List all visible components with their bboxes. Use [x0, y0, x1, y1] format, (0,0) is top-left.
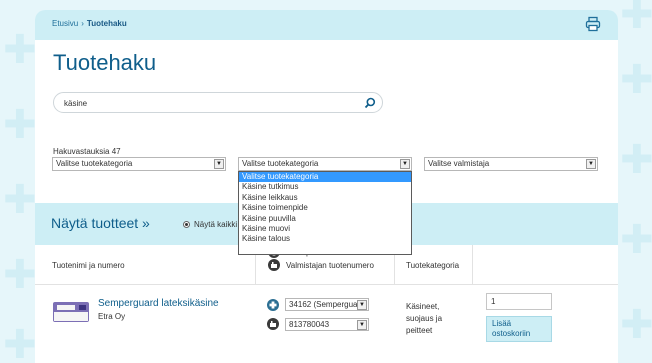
page-title: Tuotehaku — [53, 50, 157, 75]
search-input[interactable] — [64, 96, 354, 110]
category-select-2[interactable]: Valitse tuotekategoria ▼ — [238, 157, 412, 171]
maker-code-value: 813780043 — [289, 320, 330, 329]
chevron-down-icon: ▼ — [214, 159, 224, 169]
print-icon[interactable] — [585, 16, 601, 32]
manufacturer-select-value: Valitse valmistaja — [428, 159, 490, 168]
main-card: Etusivu›Tuotehaku Tuotehaku Hakuvastauks… — [35, 10, 618, 363]
show-all-label: Näytä kaikki — [194, 220, 238, 229]
factory-icon — [267, 318, 279, 330]
maker-code-header: Valmistajan tuotenumero — [268, 259, 374, 271]
dropdown-option[interactable]: Käsine puuvilla — [239, 214, 411, 224]
column-category: Tuotekategoria — [406, 261, 460, 270]
results-count: Hakuvastauksia 47 — [53, 147, 121, 156]
chevron-down-icon: ▼ — [400, 159, 410, 169]
category-dropdown-list: Valitse tuotekategoria Käsine tutkimus K… — [238, 171, 412, 255]
medigin-code-select[interactable]: 34162 (Semperguard ▼ — [285, 298, 369, 311]
show-products-title: Näytä tuotteet » — [51, 215, 150, 231]
product-name-link[interactable]: Semperguard lateksikäsine — [98, 298, 219, 309]
product-maker: Etra Oy — [98, 312, 126, 321]
dropdown-option[interactable]: Käsine muovi — [239, 224, 411, 234]
add-to-cart-button[interactable]: Lisää ostoskoriin — [486, 316, 552, 342]
chevron-down-icon: ▼ — [357, 320, 367, 330]
dropdown-option[interactable]: Käsine toimenpide — [239, 203, 411, 213]
product-category: Käsineet, suojaus ja peitteet — [406, 302, 443, 335]
search-icon[interactable] — [364, 97, 376, 109]
radio-dot — [183, 221, 190, 228]
factory-icon — [268, 259, 280, 271]
breadcrumb-home-link[interactable]: Etusivu — [52, 19, 78, 28]
breadcrumb-current: Tuotehaku — [86, 19, 127, 28]
manufacturer-select[interactable]: Valitse valmistaja ▼ — [424, 157, 598, 171]
dropdown-option[interactable]: Käsine talous — [239, 234, 411, 244]
maker-code-select[interactable]: 813780043 ▼ — [285, 318, 369, 331]
column-product: Tuotenimi ja numero — [52, 261, 125, 270]
medigin-cross-icon — [267, 299, 279, 311]
dropdown-option[interactable]: Käsine leikkaus — [239, 193, 411, 203]
column-divider — [472, 245, 473, 285]
breadcrumb: Etusivu › Tuotehaku — [52, 19, 127, 28]
chevron-down-icon: ▼ — [586, 159, 596, 169]
top-bar: Etusivu › Tuotehaku — [35, 10, 618, 40]
show-all-radio[interactable]: Näytä kaikki — [183, 220, 237, 229]
dropdown-option[interactable]: Valitse tuotekategoria — [239, 172, 411, 183]
product-image[interactable] — [52, 298, 92, 326]
breadcrumb-separator: › — [81, 19, 84, 28]
column-maker-code: Valmistajan tuotenumero — [286, 260, 374, 270]
dropdown-option[interactable]: Käsine tutkimus — [239, 182, 411, 192]
category-select-1-value: Valitse tuotekategoria — [56, 159, 133, 168]
quantity-input[interactable] — [486, 293, 552, 310]
medigin-code-value: 34162 (Semperguard — [289, 300, 365, 309]
search-box — [53, 92, 383, 113]
chevron-down-icon: ▼ — [357, 300, 367, 310]
category-select-2-value: Valitse tuotekategoria — [242, 159, 319, 168]
category-select-1[interactable]: Valitse tuotekategoria ▼ — [52, 157, 226, 171]
